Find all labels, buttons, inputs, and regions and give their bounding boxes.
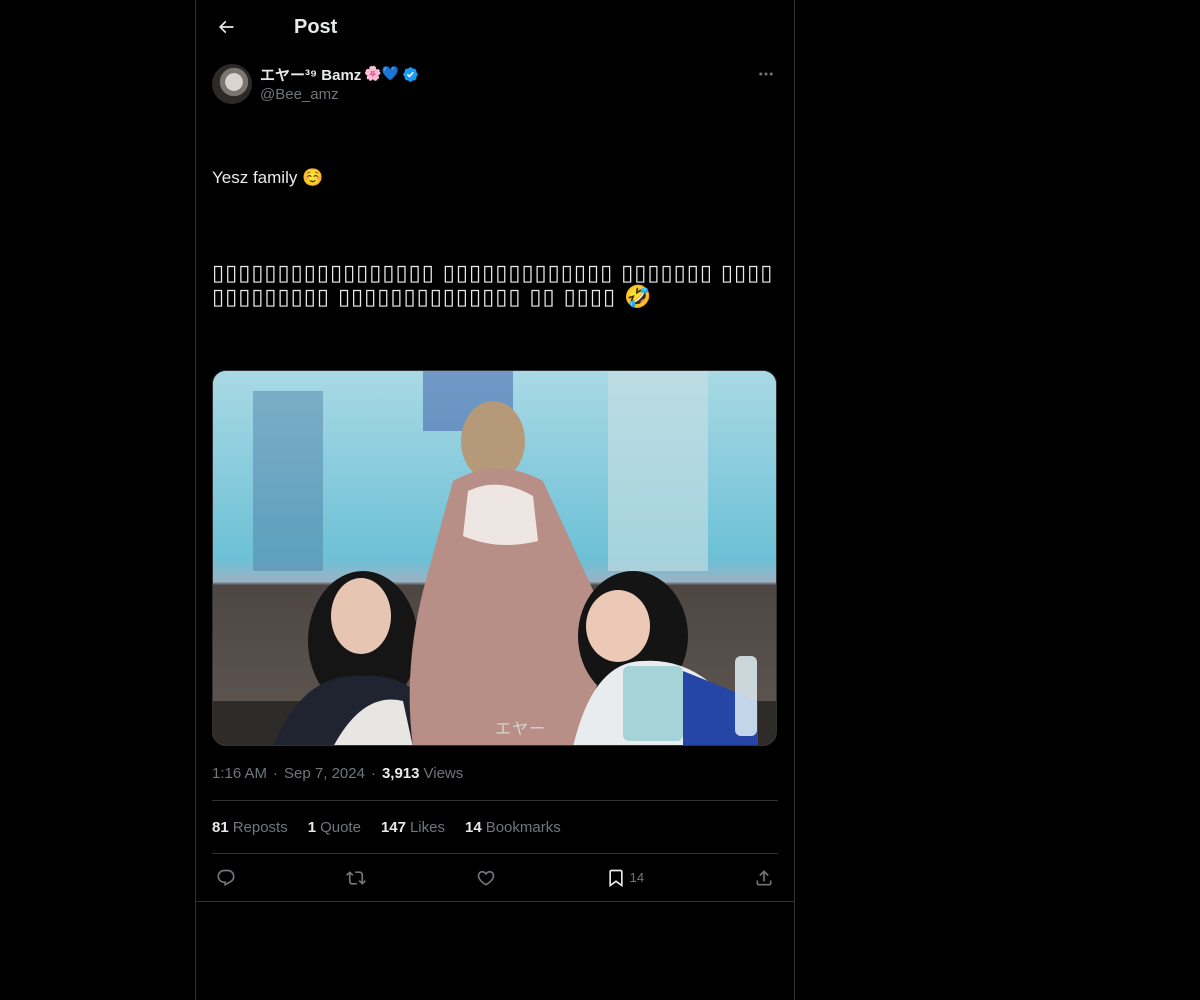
post-detail: エヤー³⁹ Bamz 🌸💙 @Bee_amz Yesz family ☺️ ▯▯… <box>196 54 794 902</box>
meta-separator: · <box>273 764 279 782</box>
display-name-line: エヤー³⁹ Bamz 🌸💙 <box>260 64 754 84</box>
stat-quotes[interactable]: 1 Quote <box>308 819 361 836</box>
photo-illustration <box>213 371 776 745</box>
stat-label: Bookmarks <box>485 818 561 836</box>
stat-reposts[interactable]: 81 Reposts <box>212 819 288 836</box>
name-emojis: 🌸💙 <box>364 66 400 82</box>
display-name[interactable]: エヤー³⁹ Bamz <box>260 64 361 85</box>
verified-badge-icon[interactable] <box>402 66 419 83</box>
reply-icon <box>217 869 235 886</box>
post-image[interactable]: エヤー <box>212 370 777 746</box>
post-time[interactable]: 1:16 AM <box>212 765 267 782</box>
stat-label: Reposts <box>232 818 288 836</box>
stat-bookmarks[interactable]: 14 Bookmarks <box>465 819 561 836</box>
reply-button[interactable] <box>216 868 236 888</box>
post-header: Post <box>196 0 794 54</box>
stat-number: 14 <box>465 818 482 836</box>
post-text-line-1: Yesz family ☺️ <box>212 168 324 187</box>
views-count: 3,913 <box>381 764 420 782</box>
repost-button[interactable] <box>345 868 366 888</box>
stat-number: 81 <box>212 818 229 836</box>
avatar[interactable] <box>212 64 252 104</box>
like-button[interactable] <box>476 868 496 888</box>
main-column: Post エヤー³⁹ Bamz 🌸💙 @Bee_amz Yesz family … <box>195 0 795 1000</box>
meta-separator: · <box>370 764 376 782</box>
image-watermark: エヤー <box>495 721 547 738</box>
post-meta: 1:16 AM · Sep 7, 2024 · 3,913 Views <box>212 762 778 801</box>
page-title: Post <box>294 15 338 38</box>
stat-number: 1 <box>307 818 317 836</box>
stat-label: Likes <box>409 818 445 836</box>
bookmark-button[interactable]: 14 <box>606 868 644 888</box>
engagement-stats: 81 Reposts 1 Quote 147 Likes 14 Bookmarks <box>212 801 778 854</box>
post-text: Yesz family ☺️ ▯▯▯▯▯▯▯▯▯▯▯▯▯▯▯▯▯ ▯▯▯▯▯▯▯… <box>212 118 778 358</box>
share-icon <box>756 869 772 885</box>
action-bar: 14 <box>212 854 778 901</box>
stat-label: Quote <box>320 818 361 836</box>
views-label: Views <box>423 764 464 782</box>
handle[interactable]: @Bee_amz <box>260 86 754 103</box>
post-date[interactable]: Sep 7, 2024 <box>284 765 365 782</box>
bookmark-icon <box>608 869 623 887</box>
more-icon <box>759 72 773 76</box>
stat-likes[interactable]: 147 Likes <box>381 819 445 836</box>
repost-icon <box>345 870 366 885</box>
more-options-button[interactable] <box>754 64 778 84</box>
share-button[interactable] <box>754 868 774 888</box>
back-button[interactable] <box>214 15 238 39</box>
post-text-line-2: ▯▯▯▯▯▯▯▯▯▯▯▯▯▯▯▯▯ ▯▯▯▯▯▯▯▯▯▯▯▯▯ ▯▯▯▯▯▯▯ … <box>212 261 774 310</box>
bookmark-count: 14 <box>629 870 645 885</box>
author-info: エヤー³⁹ Bamz 🌸💙 @Bee_amz <box>260 64 754 103</box>
stat-number: 147 <box>380 818 406 836</box>
like-icon <box>477 870 495 886</box>
back-arrow-icon <box>218 20 234 34</box>
author-row: エヤー³⁹ Bamz 🌸💙 @Bee_amz <box>212 64 778 106</box>
